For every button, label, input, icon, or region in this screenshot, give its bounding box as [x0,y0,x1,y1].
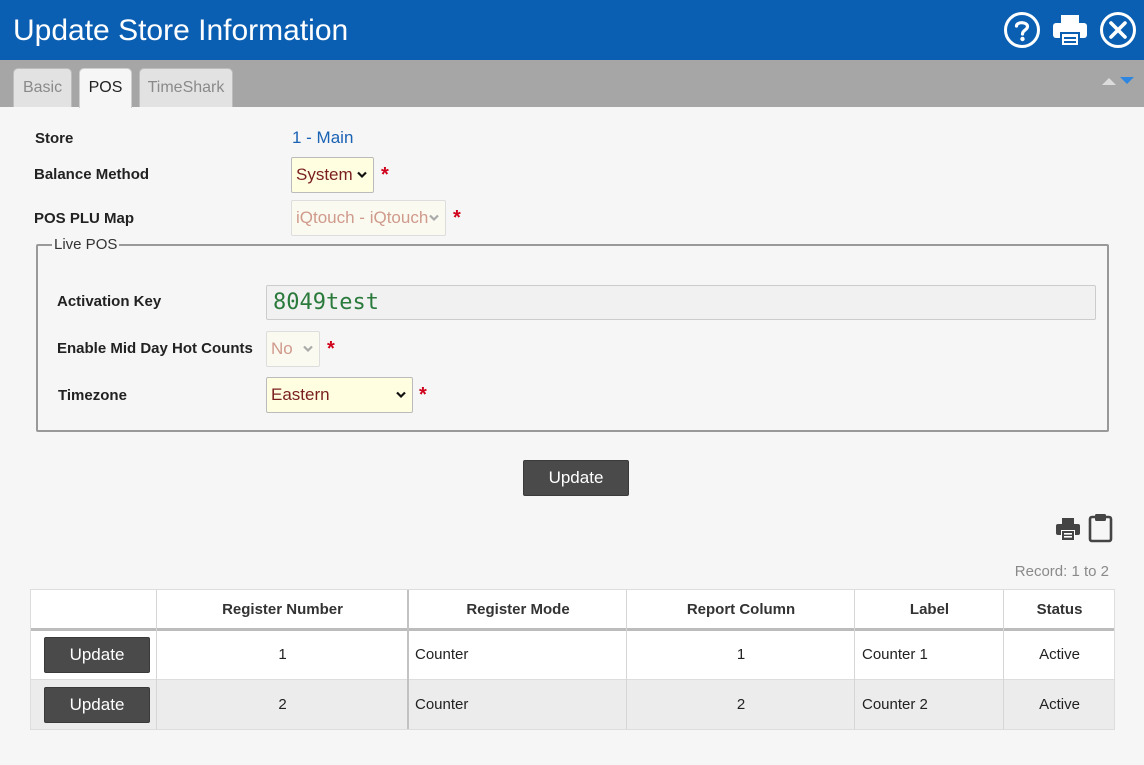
help-icon[interactable] [1003,11,1041,49]
store-value: 1 - Main [292,128,354,147]
timezone-select[interactable]: Eastern [266,377,413,413]
mid-day-hot-counts-select[interactable]: No [266,331,320,367]
required-mark: * [453,207,461,229]
label-cell: Counter 1 [862,646,928,663]
timezone-value: Eastern [271,385,330,404]
mid-day-hot-counts-label: Enable Mid Day Hot Counts [57,340,253,357]
row-update-button[interactable]: Update [44,637,150,673]
live-pos-legend: Live POS [52,236,120,253]
print-icon[interactable] [1055,517,1081,541]
close-icon[interactable] [1099,11,1137,49]
clipboard-icon[interactable] [1088,513,1113,543]
balance-method-select[interactable]: System [291,157,374,193]
report-column-cell: 2 [736,696,746,713]
live-pos-group: Live POS [36,236,1109,432]
required-mark: * [419,384,427,406]
balance-method-value: System [296,165,353,184]
row-update-button[interactable]: Update [44,687,150,723]
tab-timeshark[interactable]: TimeShark [139,68,233,107]
status-cell: Active [1039,646,1080,663]
status-cell: Active [1039,696,1080,713]
chevron-down-icon [429,214,439,222]
store-label: Store [35,130,74,147]
column-header-action [31,590,157,629]
window-title: Update Store Information [13,14,349,47]
column-header-register-mode[interactable]: Register Mode [409,590,627,629]
register-number-cell: 2 [278,696,287,713]
required-mark: * [381,164,389,186]
column-divider [407,590,409,729]
register-mode-cell: Counter [415,646,469,663]
required-mark: * [327,338,335,360]
report-column-cell: 1 [736,646,746,663]
column-divider [1003,590,1004,729]
table-row: Update 1 Counter 1 Counter 1 Active [31,630,1114,680]
chevron-down-icon [396,391,406,399]
column-header-status[interactable]: Status [1004,590,1115,629]
chevron-down-icon [303,345,313,353]
activation-key-label: Activation Key [57,293,162,310]
column-divider [854,590,855,729]
title-bar: Update Store Information [0,0,1144,60]
pos-plu-map-select[interactable]: iQtouch - iQtouch [291,200,446,236]
label-cell: Counter 2 [862,696,928,713]
column-divider [156,590,157,729]
column-header-label[interactable]: Label [855,590,1004,629]
table-row: Update 2 Counter 2 Counter 2 Active [31,680,1114,730]
print-icon[interactable] [1051,11,1089,49]
activation-key-field[interactable]: 8049test [266,285,1096,320]
update-button[interactable]: Update [523,460,629,496]
tab-bar: Basic POS TimeShark [0,60,1144,108]
column-header-report-column[interactable]: Report Column [627,590,855,629]
register-mode-cell: Counter [415,696,469,713]
tab-basic[interactable]: Basic [13,68,72,107]
registers-table: Register Number Register Mode Report Col… [30,589,1115,730]
mid-day-hot-counts-value: No [271,339,293,358]
balance-method-label: Balance Method [34,166,150,183]
chevron-down-icon [357,171,367,179]
timezone-label: Timezone [58,387,127,404]
pos-plu-map-label: POS PLU Map [34,210,135,227]
column-divider [626,590,627,729]
tab-pos[interactable]: POS [79,68,132,108]
sort-arrows-icon[interactable] [1100,74,1136,88]
register-number-cell: 1 [278,646,287,663]
column-header-register-number[interactable]: Register Number [157,590,408,629]
record-count: Record: 1 to 2 [1014,563,1109,580]
pos-plu-map-value: iQtouch - iQtouch [296,208,429,227]
